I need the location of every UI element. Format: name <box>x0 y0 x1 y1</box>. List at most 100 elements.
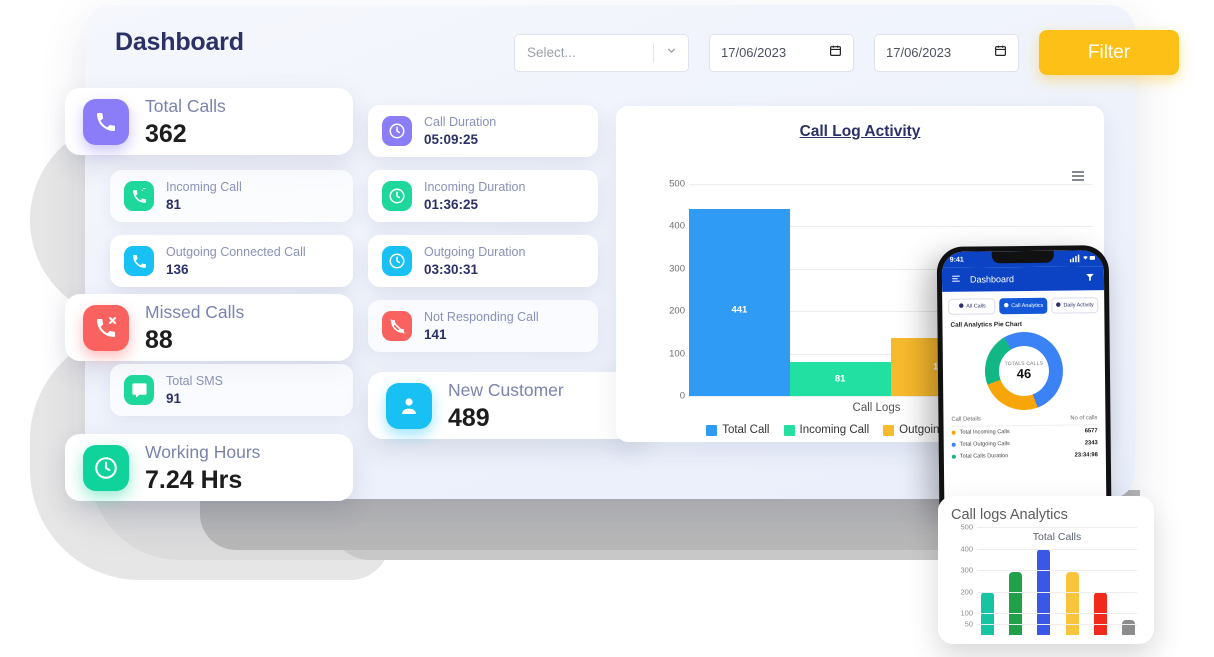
clock-icon <box>382 181 412 211</box>
mini-gridline <box>977 527 1137 528</box>
mini-gridline <box>977 613 1137 615</box>
status-dot <box>951 430 956 435</box>
stat-card-working-hours[interactable]: Working Hours 7.24 Hrs <box>65 434 353 501</box>
chart-ytick: 300 <box>669 263 685 275</box>
stat-card-outgoing-duration[interactable]: Outgoing Duration 03:30:31 <box>368 235 598 287</box>
stat-card-not-responding-call[interactable]: Not Responding Call 141 <box>368 300 598 352</box>
mini-ytick: 400 <box>960 544 973 554</box>
mini-ytick: 300 <box>960 565 973 575</box>
legend-swatch <box>706 424 718 436</box>
donut-chart: TOTALS CALLS 46 <box>984 331 1064 411</box>
stat-card-total-sms[interactable]: Total SMS 91 <box>110 364 353 416</box>
phone-tab-label: All Calls <box>966 303 986 310</box>
status-time: 9:41 <box>949 256 964 264</box>
legend-label: Total Call <box>722 424 770 436</box>
stat-card-incoming-duration[interactable]: Incoming Duration 01:36:25 <box>368 170 598 222</box>
table-body: Total Incoming Calls 6577 Total Outgoing C… <box>951 425 1098 463</box>
phone-tab-label: Daily Activity <box>1063 302 1094 309</box>
filter-button[interactable]: Filter <box>1039 30 1179 75</box>
chart-bar[interactable]: 81 <box>789 361 891 396</box>
mini-gridline <box>977 548 1137 550</box>
phone-tab-all-calls[interactable]: All Calls <box>948 298 996 315</box>
activity-icon <box>1055 302 1061 310</box>
stat-label: Working Hours <box>145 442 261 463</box>
select-placeholder: Select... <box>527 45 576 60</box>
row-label: Total Calls Duration <box>959 453 1009 460</box>
row-label-group: Total Outgoing Calls <box>951 441 1010 448</box>
stat-card-incoming-call[interactable]: Incoming Call 81 <box>110 170 353 222</box>
phone-tab-daily-activity[interactable]: Daily Activity <box>1050 297 1099 314</box>
chart-ytick: 100 <box>669 348 685 360</box>
chart-ytick: 400 <box>669 220 685 232</box>
phone-notch <box>991 250 1054 264</box>
date-to-input[interactable]: 17/06/2023 <box>874 33 1019 72</box>
hamburger-icon[interactable] <box>951 271 961 289</box>
header-controls: Select... 17/06/2023 17/06/2023 Filter <box>514 30 1179 75</box>
phone-icon <box>83 98 129 145</box>
donut-center-value: 46 <box>1016 365 1032 381</box>
stat-value: 7.24 Hrs <box>145 465 243 494</box>
status-icons <box>1069 250 1096 267</box>
donut-chart-wrap: TOTALS CALLS 46 <box>943 327 1106 411</box>
mini-chart-bar[interactable] <box>1065 572 1079 635</box>
phone-mockup: 9:41 Dashboard All Calls Call Analytics Da… <box>936 245 1112 505</box>
chart-title: Call Log Activity <box>799 123 921 140</box>
legend-item[interactable]: Total Call <box>706 424 770 436</box>
date-from-input[interactable]: 17/06/2023 <box>709 33 854 72</box>
stat-card-outgoing-connected-call[interactable]: Outgoing Connected Call 136 <box>110 235 353 287</box>
chart-bar[interactable]: 441 <box>689 209 790 396</box>
stat-value: 88 <box>145 325 173 354</box>
phone-app-title: Dashboard <box>969 274 1015 285</box>
page-title: Dashboard <box>115 28 244 56</box>
clock-icon <box>83 444 129 491</box>
stat-label: Outgoing Connected Call <box>166 245 306 260</box>
chart-ytick: 200 <box>669 305 685 317</box>
date-to-value: 17/06/2023 <box>886 45 952 60</box>
filter-icon[interactable] <box>1085 269 1095 287</box>
mini-ytick: 50 <box>964 619 973 629</box>
calendar-icon[interactable] <box>829 44 842 62</box>
row-label-group: Total Incoming Calls <box>951 429 1010 436</box>
phone-tab-bar: All Calls Call Analytics Daily Activity <box>942 290 1104 319</box>
stat-label: Not Responding Call <box>424 310 539 325</box>
status-dot <box>951 454 956 459</box>
stat-card-new-customer[interactable]: New Customer 489 <box>368 372 646 439</box>
legend-item[interactable]: Incoming Call <box>783 424 870 436</box>
analytics-icon <box>1003 302 1009 310</box>
legend-label: Incoming Call <box>799 424 870 436</box>
mini-ytick: 100 <box>960 608 973 618</box>
stat-value: 362 <box>145 119 187 148</box>
calendar-icon[interactable] <box>994 44 1007 62</box>
phone-tab-call-analytics[interactable]: Call Analytics <box>999 297 1048 315</box>
col-header-left: Call Details <box>951 416 981 423</box>
stat-value: 01:36:25 <box>424 197 479 213</box>
mini-card-title: Call logs Analytics <box>951 507 1068 523</box>
mini-gridline <box>977 570 1137 572</box>
row-value: 23:34:98 <box>1074 452 1098 459</box>
stat-value: 489 <box>448 403 490 432</box>
chart-ytick: 0 <box>679 390 685 402</box>
donut-center: TOTALS CALLS 46 <box>998 345 1050 397</box>
stat-value: 03:30:31 <box>424 262 479 278</box>
mini-chart-bars <box>981 527 1135 635</box>
stat-label: Outgoing Duration <box>424 245 526 260</box>
mini-chart-bar[interactable] <box>1009 572 1023 635</box>
phone-app-bar: Dashboard <box>941 266 1105 292</box>
phone-screen: 9:41 Dashboard All Calls Call Analytics Da… <box>941 250 1107 505</box>
stat-value: 91 <box>166 391 182 407</box>
mini-chart-plot: Total Calls 500 400 300 200 100 50 <box>951 523 1141 635</box>
stat-value: 81 <box>166 197 182 213</box>
select-dropdown[interactable]: Select... <box>514 33 689 72</box>
stat-card-missed-calls[interactable]: Missed Calls 88 <box>65 294 353 361</box>
stat-label: Total Calls <box>145 96 226 117</box>
phone-status-bar: 9:41 <box>941 250 1104 268</box>
row-label: Total Incoming Calls <box>959 429 1010 436</box>
stat-label: New Customer <box>448 380 564 401</box>
mini-gridline <box>977 591 1137 593</box>
status-dot <box>951 442 956 447</box>
call-details-table: Call Details No of calls Total Incoming … <box>943 409 1106 463</box>
mini-chart-bar[interactable] <box>1121 619 1135 635</box>
stat-card-call-duration[interactable]: Call Duration 05:09:25 <box>368 105 598 157</box>
stat-card-total-calls[interactable]: Total Calls 362 <box>65 88 353 155</box>
message-icon <box>124 375 154 405</box>
